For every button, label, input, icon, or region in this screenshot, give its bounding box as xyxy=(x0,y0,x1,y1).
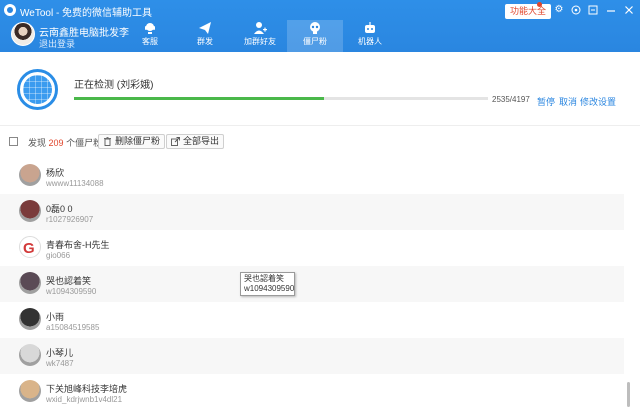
notification-dot xyxy=(537,2,542,7)
scan-globe-icon xyxy=(17,69,58,110)
tab-zombie-fans[interactable]: 僵尸粉 xyxy=(287,20,343,52)
tab-label: 加群好友 xyxy=(244,37,276,46)
feature-list-button[interactable]: 功能大全 xyxy=(505,4,552,19)
add-friend-icon xyxy=(254,22,267,34)
contact-wechat-id: wxid_kdrjwnb1v4dl21 xyxy=(46,395,123,404)
delete-zombie-label: 删除僵尸粉 xyxy=(115,136,161,146)
progress-bar-fill xyxy=(74,97,325,100)
tab-broadcast[interactable]: 群发 xyxy=(177,20,233,52)
tooltip-id: w1094309590 xyxy=(244,284,295,293)
app-title: WeTool - 免费的微信辅助工具 xyxy=(20,8,153,19)
list-scrollbar[interactable] xyxy=(624,155,640,407)
list-item[interactable]: 下关旭峰科技李培虎 wxid_kdrjwnb1v4dl21 xyxy=(0,374,624,407)
export-all-label: 全部导出 xyxy=(183,136,220,146)
contact-name: 0磊0 0 xyxy=(46,204,73,214)
contact-wechat-id: a15084519585 xyxy=(46,323,100,332)
tab-label: 客服 xyxy=(142,37,158,46)
detection-status: 正在检测 (刘彩娥) xyxy=(74,80,154,91)
contact-wechat-id: wk7487 xyxy=(46,359,74,368)
detection-progress-panel: 正在检测 (刘彩娥) 2535/4197 暂停 取消 修改设置 xyxy=(0,52,640,126)
contact-name: 小雨 xyxy=(46,312,65,322)
contact-avatar xyxy=(19,308,41,330)
list-item[interactable]: 杨欣 wwww11134088 xyxy=(0,158,624,194)
contact-avatar xyxy=(19,344,41,366)
list-item[interactable]: 哭也認着笑 w1094309590 xyxy=(0,266,624,302)
contact-avatar xyxy=(19,164,41,186)
progress-bar xyxy=(74,97,488,100)
scroll-thumb[interactable] xyxy=(627,382,630,407)
contact-name: 杨欣 xyxy=(46,168,65,178)
toolbar: 发现 209 个僵尸粉 删除僵尸粉 全部导出 xyxy=(0,126,640,157)
tab-robot[interactable]: 机器人 xyxy=(342,20,398,52)
contact-wechat-id: wwww11134088 xyxy=(46,179,104,188)
contact-name: 哭也認着笑 xyxy=(46,276,92,286)
list-item[interactable]: 小琴儿 wk7487 xyxy=(0,338,624,374)
progress-count: 2535/4197 xyxy=(492,95,530,104)
tab-add-friends[interactable]: 加群好友 xyxy=(232,20,288,52)
contact-wechat-id: gio066 xyxy=(46,251,71,260)
tab-label: 群发 xyxy=(197,37,213,46)
contact-avatar: G xyxy=(19,236,41,258)
export-all-button[interactable]: 全部导出 xyxy=(166,134,225,149)
found-summary: 发现 209 个僵尸粉 xyxy=(28,136,102,149)
list-item[interactable]: G 青春布舍-H先生 gio066 xyxy=(0,230,624,266)
found-suffix: 个僵尸粉 xyxy=(66,138,103,148)
wetool-window: WeTool - 免费的微信辅助工具 功能大全 ⚙ 云南鑫胜电脑批发李 退出登录… xyxy=(0,0,640,407)
zombie-fan-list: 杨欣 wwww11134088 0磊0 0 r1027926907 G 青春布舍-H先生 g… xyxy=(0,155,624,407)
tab-customer-service[interactable]: 客服 xyxy=(122,20,178,52)
customer-service-icon xyxy=(145,23,155,34)
contact-avatar xyxy=(19,380,41,402)
contact-tooltip: 哭也認着笑 w1094309590 xyxy=(240,272,295,296)
contact-name: 青春布舍-H先生 xyxy=(46,240,110,250)
contact-avatar xyxy=(19,272,41,294)
trash-icon xyxy=(104,137,111,146)
title-bar: WeTool - 免费的微信辅助工具 功能大全 ⚙ xyxy=(0,0,640,20)
tab-label: 机器人 xyxy=(358,37,382,46)
tooltip-name: 哭也認着笑 xyxy=(244,274,284,283)
contact-name: 小琴儿 xyxy=(46,348,74,358)
contact-avatar xyxy=(19,200,41,222)
delete-zombie-button[interactable]: 删除僵尸粉 xyxy=(98,134,166,149)
list-item[interactable]: 0磊0 0 r1027926907 xyxy=(0,194,624,230)
select-all-checkbox[interactable] xyxy=(9,137,18,146)
contact-wechat-id: r1027926907 xyxy=(46,215,94,224)
found-prefix: 发现 xyxy=(28,138,47,148)
export-icon xyxy=(171,137,180,146)
robot-icon xyxy=(365,22,375,33)
minimize-icon[interactable] xyxy=(606,5,616,15)
svg-text:G: G xyxy=(23,240,35,257)
contact-wechat-id: w1094309590 xyxy=(46,287,97,296)
list-item[interactable]: 小雨 a15084519585 xyxy=(0,302,624,338)
contact-name: 下关旭峰科技李培虎 xyxy=(46,384,128,394)
menu-icon[interactable] xyxy=(588,5,598,15)
header: WeTool - 免费的微信辅助工具 功能大全 ⚙ 云南鑫胜电脑批发李 退出登录… xyxy=(0,0,640,52)
skin-icon[interactable] xyxy=(571,5,581,15)
logout-link[interactable]: 退出登录 xyxy=(39,37,75,50)
tab-label: 僵尸粉 xyxy=(303,37,327,46)
pause-link[interactable]: 暂停 xyxy=(537,95,555,108)
found-count: 209 xyxy=(48,138,64,148)
zombie-icon xyxy=(310,22,320,34)
modify-settings-link[interactable]: 修改设置 xyxy=(580,95,616,108)
send-icon xyxy=(199,22,211,34)
settings-icon[interactable]: ⚙ xyxy=(554,5,564,15)
cancel-link[interactable]: 取消 xyxy=(559,95,577,108)
user-avatar[interactable] xyxy=(11,22,35,46)
app-logo-icon xyxy=(4,4,16,16)
close-icon[interactable] xyxy=(624,5,634,15)
